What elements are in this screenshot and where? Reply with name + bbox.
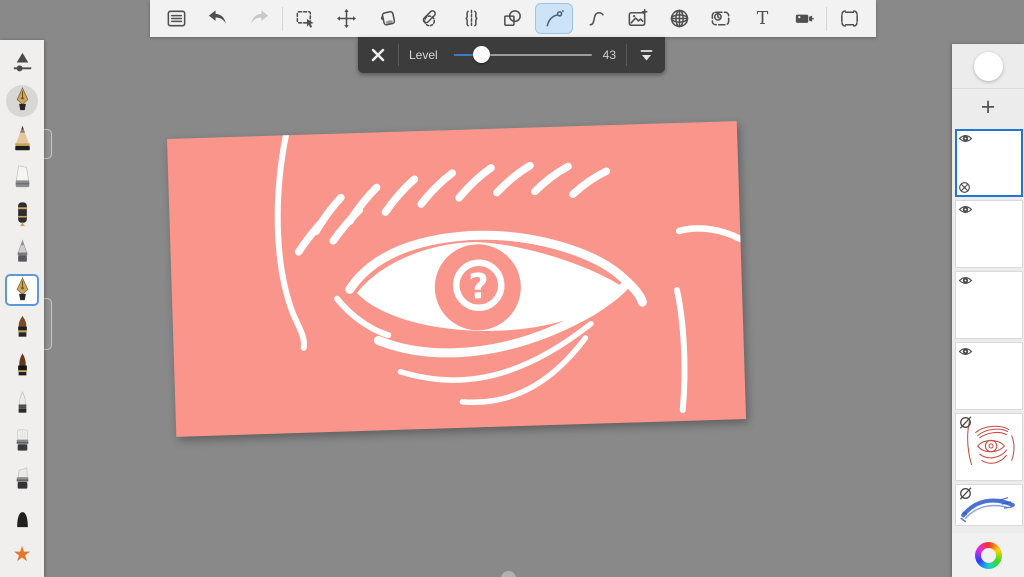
cheek-line bbox=[677, 290, 686, 410]
move-transform-icon[interactable] bbox=[328, 3, 366, 34]
eye-visible-icon[interactable] bbox=[958, 132, 973, 145]
question-mark: ? bbox=[468, 267, 490, 308]
svg-text:T: T bbox=[756, 9, 768, 29]
brush-tool-eraser[interactable] bbox=[5, 161, 39, 193]
shapes-icon[interactable] bbox=[494, 3, 532, 34]
fullscreen-frame-icon[interactable] bbox=[831, 3, 869, 34]
level-value: 43 bbox=[600, 48, 626, 62]
drawing-canvas[interactable]: ? bbox=[167, 121, 746, 437]
brush-tool-paint-brush[interactable] bbox=[5, 388, 39, 420]
layer-item[interactable] bbox=[955, 271, 1023, 339]
profile-line bbox=[275, 135, 304, 349]
bottom-handle[interactable] bbox=[501, 571, 516, 577]
plus-icon: + bbox=[981, 95, 996, 120]
top-toolbar: T bbox=[150, 0, 876, 37]
star-icon: ★ bbox=[13, 544, 32, 565]
eye-hidden-icon[interactable] bbox=[958, 487, 973, 500]
eye-visible-icon[interactable] bbox=[958, 274, 973, 287]
time-lapse-icon[interactable] bbox=[702, 3, 740, 34]
brush-tool-nib-pen[interactable] bbox=[5, 274, 39, 306]
layers-panel: + bbox=[952, 44, 1024, 577]
steady-stroke-icon[interactable] bbox=[577, 3, 615, 34]
color-wheel-row bbox=[952, 533, 1024, 577]
add-layer-button[interactable]: + bbox=[952, 89, 1024, 126]
layer-item[interactable] bbox=[955, 129, 1023, 197]
brush-tool-favorites[interactable]: ★ bbox=[5, 539, 39, 571]
brush-tool-flat-brush[interactable] bbox=[5, 425, 39, 457]
guides-ruler-icon[interactable] bbox=[411, 3, 449, 34]
redo-icon[interactable] bbox=[240, 3, 278, 34]
undo-icon[interactable] bbox=[199, 3, 237, 34]
layer-transform-icon[interactable] bbox=[958, 181, 971, 194]
eye-artwork: ? bbox=[167, 121, 746, 437]
slider-thumb[interactable] bbox=[473, 46, 490, 63]
brush-tool-round-brush[interactable] bbox=[5, 312, 39, 344]
eye-visible-icon[interactable] bbox=[958, 345, 973, 358]
eye-visible-icon[interactable] bbox=[958, 203, 973, 216]
app-window: { "app": { "workspace_background": "#898… bbox=[0, 0, 1024, 577]
brush-palette: ★ bbox=[0, 40, 44, 577]
eye-hidden-icon[interactable] bbox=[958, 416, 973, 429]
temple-line bbox=[679, 227, 740, 241]
brush-tool-acrylic-brush[interactable] bbox=[5, 350, 39, 382]
layer-item[interactable] bbox=[955, 484, 1023, 526]
color-wheel-icon[interactable] bbox=[975, 542, 1002, 569]
current-color-row bbox=[952, 44, 1024, 89]
curve-stroke-icon[interactable] bbox=[535, 3, 573, 34]
fill-bucket-icon[interactable] bbox=[369, 3, 407, 34]
brush-tool-pencil[interactable] bbox=[5, 123, 39, 155]
current-color-swatch[interactable] bbox=[974, 52, 1003, 81]
brush-tool-ink-pen[interactable] bbox=[5, 85, 39, 117]
palette-pull-tab[interactable] bbox=[44, 298, 52, 350]
layer-item[interactable] bbox=[955, 413, 1023, 481]
layers-list bbox=[952, 127, 1024, 532]
toolbar-divider bbox=[282, 7, 283, 31]
brush-tool-charcoal[interactable] bbox=[5, 501, 39, 533]
collapse-icon[interactable] bbox=[627, 37, 665, 73]
text-icon[interactable]: T bbox=[743, 3, 781, 34]
layer-item[interactable] bbox=[955, 200, 1023, 268]
close-icon[interactable] bbox=[358, 37, 398, 73]
symmetry-icon[interactable] bbox=[452, 3, 490, 34]
level-label: Level bbox=[399, 48, 446, 62]
brush-tool-angled-brush[interactable] bbox=[5, 463, 39, 495]
select-marquee-icon[interactable] bbox=[286, 3, 324, 34]
perspective-icon[interactable] bbox=[660, 3, 698, 34]
level-slider[interactable] bbox=[454, 45, 592, 65]
level-popup: Level 43 bbox=[358, 37, 665, 73]
brush-tool-stroke-size[interactable] bbox=[5, 47, 39, 79]
toolbar-divider bbox=[826, 7, 827, 31]
brush-tool-airbrush[interactable] bbox=[5, 236, 39, 268]
menu-icon[interactable] bbox=[157, 3, 195, 34]
camera-icon[interactable] bbox=[785, 3, 823, 34]
import-image-icon[interactable] bbox=[619, 3, 657, 34]
palette-pull-tab[interactable] bbox=[44, 129, 52, 159]
brush-tool-fountain-pen[interactable] bbox=[5, 198, 39, 230]
layer-item[interactable] bbox=[955, 342, 1023, 410]
